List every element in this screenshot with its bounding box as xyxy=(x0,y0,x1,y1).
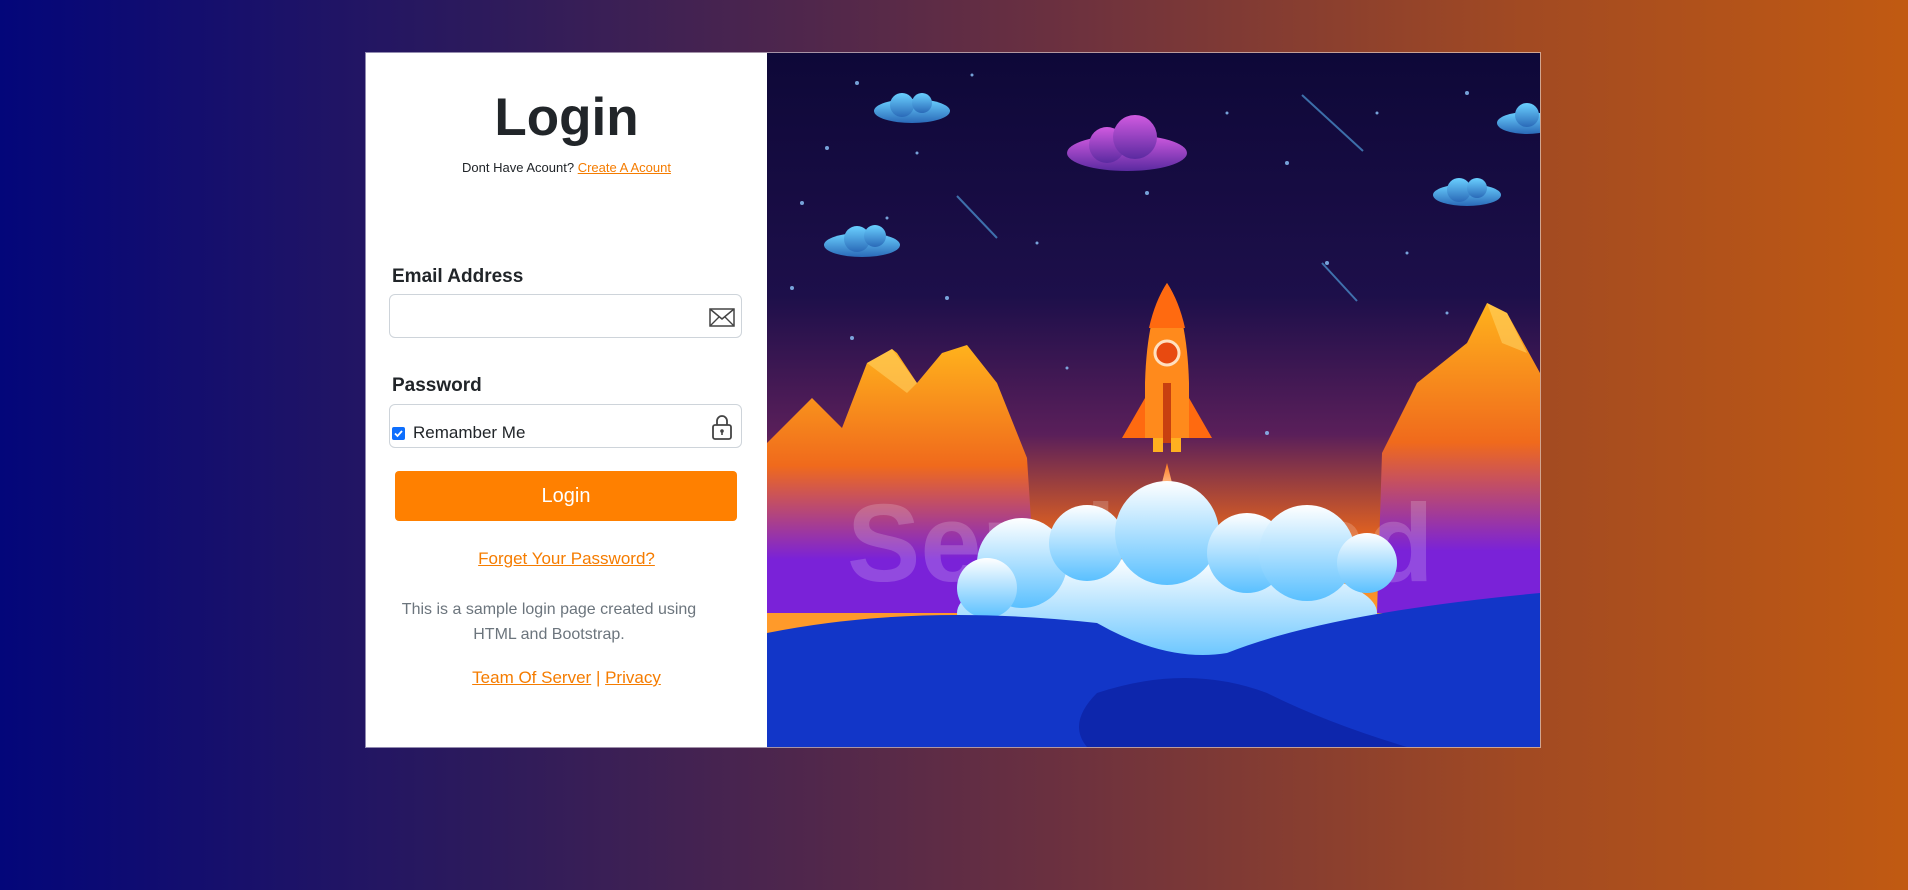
rocket-illustration: SendBrand xyxy=(767,53,1540,747)
page-title: Login xyxy=(494,88,639,147)
remember-label[interactable]: Remamber Me xyxy=(413,423,525,443)
password-label: Password xyxy=(392,375,482,396)
envelope-icon xyxy=(709,304,735,330)
no-account-text: Dont Have Acount? xyxy=(462,160,575,175)
remember-me: Remamber Me xyxy=(392,423,525,443)
signup-prompt: Dont Have Acount? Create A Acount xyxy=(366,160,767,175)
login-button[interactable]: Login xyxy=(395,471,737,521)
privacy-link[interactable]: Privacy xyxy=(605,668,661,687)
create-account-link[interactable]: Create A Acount xyxy=(578,160,671,175)
email-label: Email Address xyxy=(392,266,524,287)
footer-separator: | xyxy=(595,668,601,687)
email-field-wrapper xyxy=(389,294,742,338)
lock-icon xyxy=(709,414,735,440)
login-card: Login Dont Have Acount? Create A Acount … xyxy=(366,53,1540,747)
description-text: This is a sample login page created usin… xyxy=(401,601,697,643)
email-input[interactable] xyxy=(390,295,714,335)
footer-links: Team Of Server | Privacy xyxy=(366,668,767,688)
login-panel: Login Dont Have Acount? Create A Acount … xyxy=(366,53,767,747)
team-of-server-link[interactable]: Team Of Server xyxy=(472,668,591,687)
remember-checkbox[interactable] xyxy=(392,426,405,440)
forgot-password-link[interactable]: Forget Your Password? xyxy=(366,549,767,569)
